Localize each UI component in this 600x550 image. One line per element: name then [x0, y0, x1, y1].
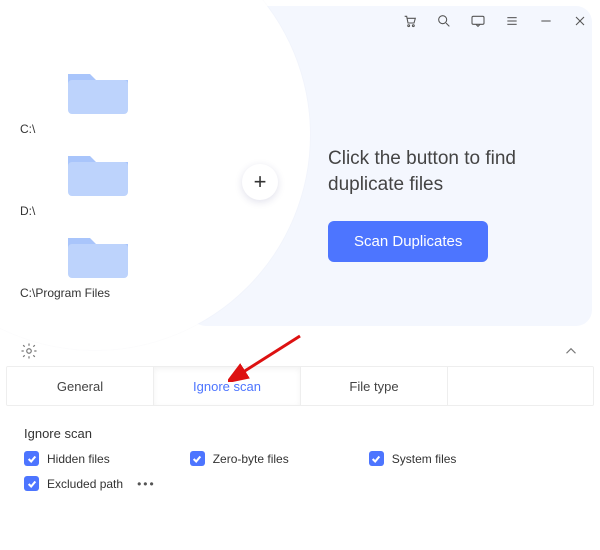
option-label: Zero-byte files — [213, 452, 289, 466]
option-label: Excluded path — [47, 477, 123, 491]
gear-icon[interactable] — [20, 342, 38, 360]
cta-text-line1: Click the button to find — [328, 146, 580, 172]
chevron-up-icon[interactable] — [562, 342, 580, 360]
menu-icon[interactable] — [502, 11, 522, 31]
tab-file-type[interactable]: File type — [301, 367, 448, 405]
option-label: Hidden files — [47, 452, 110, 466]
feedback-icon[interactable] — [468, 11, 488, 31]
folder-icon — [66, 148, 130, 198]
checkbox-checked-icon — [24, 476, 39, 491]
folder-path-label: C:\Program Files — [20, 286, 270, 300]
folder-item[interactable]: C:\ — [20, 66, 270, 136]
panel-title: Ignore scan — [24, 426, 576, 441]
folder-icon — [66, 66, 130, 116]
settings-tabs: General Ignore scan File type — [6, 366, 594, 406]
options-row: Excluded path ••• — [24, 476, 576, 491]
option-hidden-files[interactable]: Hidden files — [24, 451, 110, 466]
option-system-files[interactable]: System files — [369, 451, 457, 466]
tab-label: Ignore scan — [193, 379, 261, 394]
checkbox-checked-icon — [369, 451, 384, 466]
options-row: Hidden files Zero-byte files System file… — [24, 451, 576, 466]
minimize-icon[interactable] — [536, 11, 556, 31]
search-icon[interactable] — [434, 11, 454, 31]
more-icon[interactable]: ••• — [137, 477, 156, 491]
scan-duplicates-button[interactable]: Scan Duplicates — [328, 221, 488, 262]
tab-blank — [448, 367, 593, 405]
cta-text-line2: duplicate files — [328, 172, 580, 198]
tab-general[interactable]: General — [7, 367, 154, 405]
option-excluded-path[interactable]: Excluded path ••• — [24, 476, 156, 491]
plus-icon: + — [254, 169, 267, 195]
folder-list: C:\ D:\ C:\Program Files — [20, 66, 270, 300]
tab-label: File type — [349, 379, 398, 394]
app-window: C:\ D:\ C:\Program Files Click the butto… — [0, 0, 600, 550]
ignore-scan-panel: Ignore scan Hidden files Zero-byte files… — [6, 412, 594, 509]
checkbox-checked-icon — [190, 451, 205, 466]
add-folder-button[interactable]: + — [242, 164, 278, 200]
cart-icon[interactable] — [400, 11, 420, 31]
option-label: System files — [392, 452, 457, 466]
close-icon[interactable] — [570, 11, 590, 31]
folder-item[interactable]: D:\ — [20, 148, 270, 218]
settings-bar — [8, 336, 592, 366]
cta-region: Click the button to find duplicate files… — [300, 36, 600, 336]
folder-item[interactable]: C:\Program Files — [20, 230, 270, 300]
tab-ignore-scan[interactable]: Ignore scan — [154, 367, 301, 405]
top-region: C:\ D:\ C:\Program Files Click the butto… — [0, 36, 600, 336]
checkbox-checked-icon — [24, 451, 39, 466]
folder-icon — [66, 230, 130, 280]
tab-label: General — [57, 379, 103, 394]
folder-path-label: C:\ — [20, 122, 270, 136]
folder-path-label: D:\ — [20, 204, 270, 218]
titlebar — [0, 0, 600, 36]
folder-list-col: C:\ D:\ C:\Program Files — [0, 36, 270, 336]
option-zero-byte-files[interactable]: Zero-byte files — [190, 451, 289, 466]
